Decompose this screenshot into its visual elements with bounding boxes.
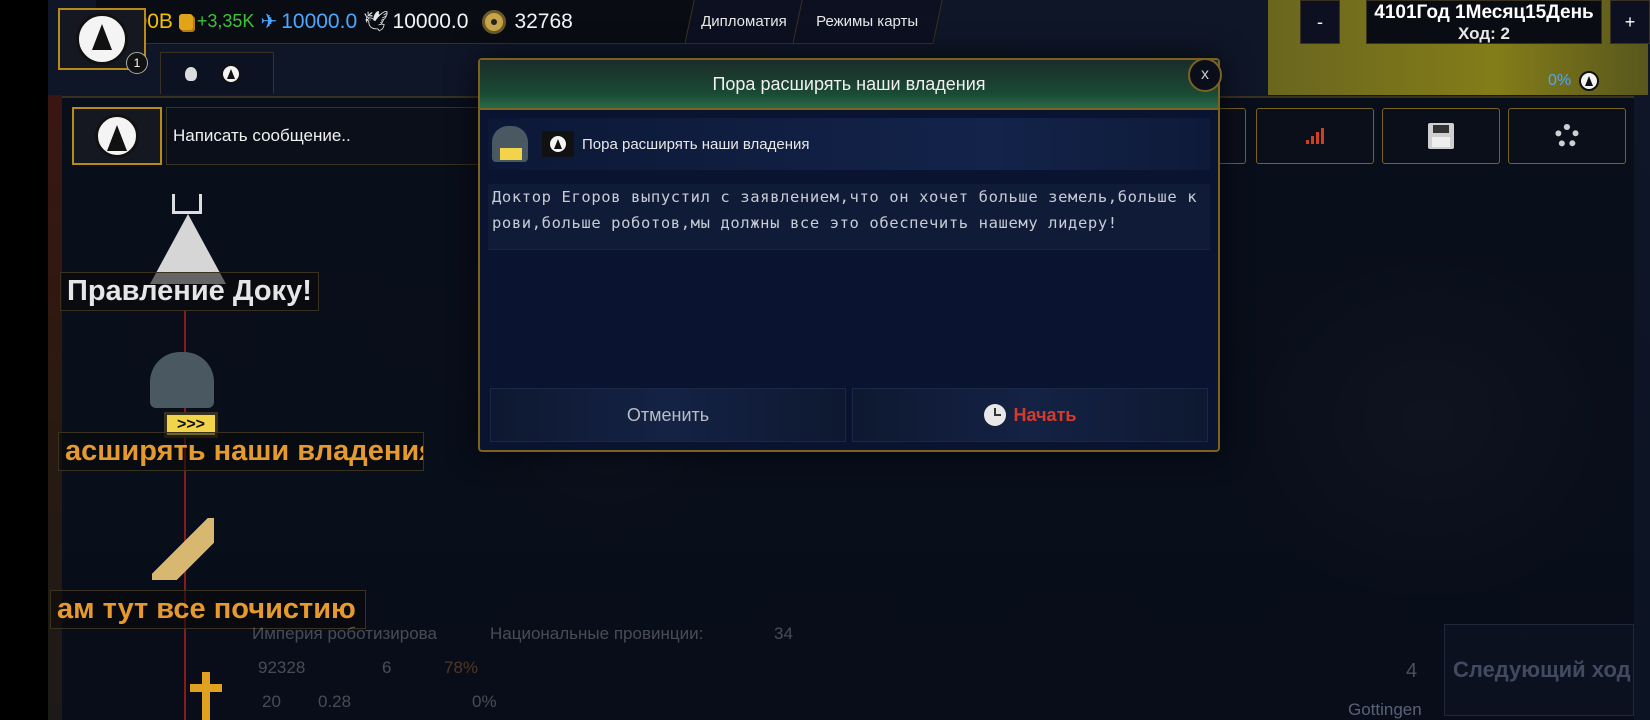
- population-secondary: 6: [382, 658, 392, 677]
- country-info-panel: Империя роботизирова Национальные провин…: [222, 620, 1222, 720]
- research-percent: 0%: [1548, 72, 1572, 89]
- clock-icon: [983, 404, 1006, 426]
- cross-icon: [188, 672, 224, 720]
- cancel-button[interactable]: Отменить: [490, 388, 846, 442]
- dialog-subtitle: Пора расширять наши владения: [582, 135, 810, 153]
- start-label: Начать: [1013, 404, 1077, 425]
- stars-value: 34: [774, 624, 793, 643]
- dialog-title: Пора расширять наши владения: [480, 60, 1218, 110]
- income-resource: +3,35K: [178, 11, 255, 32]
- stability-percent: 78%: [444, 658, 479, 677]
- dialog-body: Доктор Егоров выпустил с заявлением,что …: [488, 184, 1210, 250]
- plane-icon: ✈: [260, 11, 278, 33]
- diplomacy-button[interactable]: Дипломатия: [684, 0, 804, 44]
- start-button[interactable]: Начать: [852, 388, 1208, 442]
- date-display: 4101Год 1Месяц15День Ход: 2: [1366, 0, 1602, 44]
- chat-message-input[interactable]: Написать сообщение..: [166, 107, 482, 165]
- date-panel: - 4101Год 1Месяц15День Ход: 2 +: [1300, 0, 1650, 44]
- close-button[interactable]: x: [1188, 58, 1222, 92]
- air-value: 10000.0: [281, 9, 358, 33]
- city-label: Gottingen: [1348, 700, 1422, 719]
- income-coin-icon: [178, 13, 193, 30]
- nuclear-resource: 32768: [482, 9, 573, 34]
- save-button[interactable]: [1382, 108, 1500, 164]
- income-value: +3,35K: [196, 11, 255, 31]
- event-item[interactable]: Правление Доку!: [60, 272, 319, 311]
- resource-bar: 1,00B +3,35K ✈ 10000.0 🕊 10000.0 32768: [96, 0, 698, 44]
- stat-value-1: 20: [262, 692, 281, 711]
- stat-percent-2: 0%: [472, 692, 497, 711]
- country-name: Империя роботизирова: [252, 624, 437, 643]
- date-text: 4101Год 1Месяц15День: [1374, 2, 1594, 23]
- map-modes-label: Режимы карты: [816, 13, 919, 30]
- emblem-icon: [1579, 71, 1600, 91]
- emblem-icon: [76, 13, 128, 65]
- turn-counter: 4: [1406, 660, 1418, 682]
- speed-up-button[interactable]: +: [1610, 0, 1650, 44]
- sub-tabs: [160, 52, 274, 94]
- soldier-icon: [150, 352, 214, 408]
- peace-value: 10000.0: [392, 9, 469, 33]
- research-indicator: 0%: [1548, 68, 1650, 94]
- next-turn-button[interactable]: Следующий ход: [1444, 624, 1634, 716]
- gear-icon: [1555, 124, 1579, 148]
- broom-icon: [152, 518, 214, 580]
- bulb-icon[interactable]: [185, 66, 197, 81]
- diplomacy-label: Дипломатия: [701, 13, 787, 30]
- dove-icon: 🕊: [363, 11, 389, 33]
- crown-icon: [172, 194, 202, 214]
- emblem-icon: [542, 131, 574, 157]
- player-badge: 1: [126, 52, 148, 74]
- settings-button[interactable]: [1508, 108, 1626, 164]
- chat-avatar[interactable]: [72, 107, 162, 165]
- event-item[interactable]: асширять наши владения: [58, 432, 424, 471]
- save-icon: [1428, 123, 1454, 149]
- nuclear-icon: [482, 9, 507, 34]
- dialog-subheader: Пора расширять наши владения: [488, 118, 1210, 170]
- emblem-icon[interactable]: [221, 63, 241, 84]
- air-resource: ✈ 10000.0: [260, 9, 357, 34]
- event-dialog: Пора расширять наши владения x Пора расш…: [478, 58, 1222, 452]
- provinces-label: Национальные провинции:: [490, 624, 704, 643]
- stat-value-2: 0.28: [318, 692, 352, 711]
- map-modes-button[interactable]: Режимы карты: [792, 0, 943, 44]
- stats-button[interactable]: [1256, 108, 1374, 164]
- stats-icon: [1306, 128, 1324, 144]
- speed-down-button[interactable]: -: [1300, 0, 1340, 44]
- peace-resource: 🕊 10000.0: [363, 9, 468, 34]
- population-value: 92328: [258, 658, 306, 677]
- nuclear-value: 32768: [514, 9, 573, 33]
- soldier-icon: [492, 126, 528, 162]
- emblem-icon: [95, 114, 139, 158]
- turn-text: Ход: 2: [1458, 24, 1510, 43]
